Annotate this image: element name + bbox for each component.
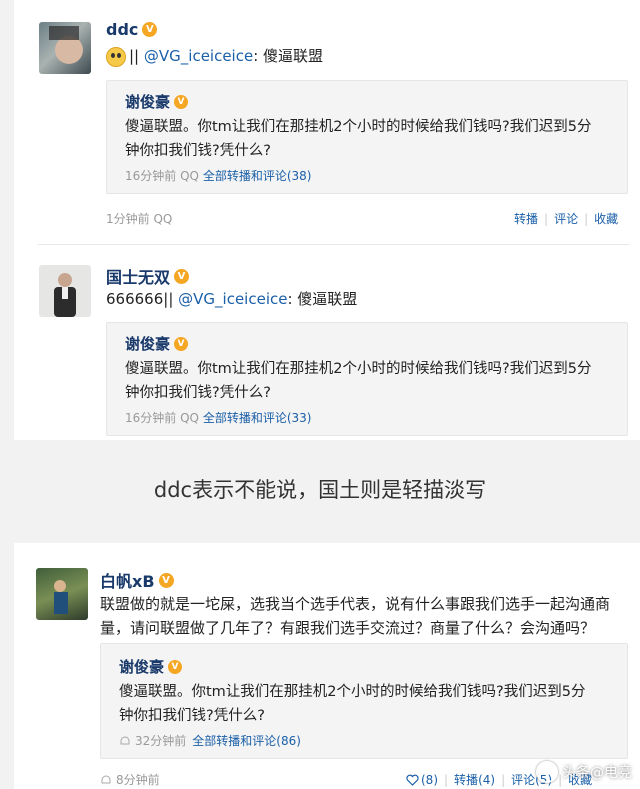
verified-badge-icon: V [174,268,190,284]
divider: | [544,211,549,226]
post-meta: 1分钟前 QQ [106,210,172,227]
avatar[interactable] [39,265,91,317]
post-username[interactable]: 白帆xB V [100,568,174,592]
verified-badge-icon: V [142,22,158,37]
post-time[interactable]: 8分钟前 [116,771,160,788]
heart-icon [406,774,419,786]
verified-badge-icon: V [174,94,189,109]
quoted-source[interactable]: QQ [180,411,199,425]
all-reposts-link[interactable]: 全部转播和评论(38) [203,169,312,183]
divider: | [444,772,449,787]
quoted-username[interactable]: 谢俊豪 V [119,656,183,677]
post-username[interactable]: ddc V [106,20,158,39]
username-text[interactable]: 国士无双 [106,264,170,288]
avatar[interactable] [39,22,91,74]
quoted-post[interactable]: 谢俊豪 V 傻逼联盟。你tm让我们在那挂机2个小时的时候给我们钱吗?我们迟到5分… [106,80,628,194]
like-count: (8) [421,772,438,787]
all-reposts-link[interactable]: 全部转播和评论(86) [192,732,301,749]
watermark-logo-icon [536,761,558,783]
comment-button[interactable]: 评论 [554,210,578,227]
quoted-meta: 16分钟前 QQ 全部转播和评论(38) [125,167,311,184]
quoted-text: 傻逼联盟。你tm让我们在那挂机2个小时的时候给我们钱吗?我们迟到5分钟你扣我们钱… [125,119,592,159]
repost-button[interactable]: 转播(4) [454,771,495,788]
username-text[interactable]: ddc [106,20,138,39]
watermark-text: 头条@电竞 [562,765,632,781]
quoted-text: 傻逼联盟。你tm让我们在那挂机2个小时的时候给我们钱吗?我们迟到5分钟你扣我们钱… [119,684,586,724]
post-text: 666666|| @VG_iceiceice: 傻逼联盟 [106,290,358,308]
divider: | [501,772,506,787]
avatar-image [49,26,83,64]
repost-button[interactable]: 转播 [514,210,538,227]
quoted-time[interactable]: 16分钟前 [125,169,176,183]
time-icon [101,775,111,783]
article-caption: ddc表示不能说，国土则是轻描淡写 [153,478,487,502]
quoted-time[interactable]: 32分钟前 [135,732,186,749]
quoted-meta: 16分钟前 QQ 全部转播和评论(33) [125,409,311,426]
avatar-image [54,273,76,317]
emoji-icon [106,46,126,67]
quoted-text: 傻逼联盟。你tm让我们在那挂机2个小时的时候给我们钱吗?我们迟到5分钟你扣我们钱… [125,361,592,401]
quoted-username[interactable]: 谢俊豪 V [125,91,189,112]
quoted-time[interactable]: 16分钟前 [125,411,176,425]
favorite-button[interactable]: 收藏 [594,210,618,227]
post-text: 联盟做的就是一坨屎，选我当个选手代表，说有什么事跟我们选手一起沟通商量，请问联盟… [100,595,611,637]
quoted-post[interactable]: 谢俊豪 V 傻逼联盟。你tm让我们在那挂机2个小时的时候给我们钱吗?我们迟到5分… [106,322,628,436]
verified-badge-icon: V [158,572,174,588]
post-time[interactable]: 1分钟前 [106,212,150,226]
quoted-meta: 32分钟前 全部转播和评论(86) [119,732,301,749]
post-meta: 8分钟前 [100,771,160,788]
mention-link[interactable]: @VG_iceiceice [178,290,287,308]
weibo-post-panel: ddc V || @VG_iceiceice: 傻逼联盟 谢俊豪 V 傻逼联盟。… [14,0,640,440]
avatar-image [54,580,68,614]
weibo-post-panel: 白帆xB V 联盟做的就是一坨屎，选我当个选手代表，说有什么事跟我们选手一起沟通… [14,543,640,789]
quoted-username[interactable]: 谢俊豪 V [125,333,189,354]
post-divider [38,244,630,245]
quoted-post[interactable]: 谢俊豪 V 傻逼联盟。你tm让我们在那挂机2个小时的时候给我们钱吗?我们迟到5分… [100,643,628,759]
mention-link[interactable]: @VG_iceiceice [144,47,253,65]
post-actions: 转播 | 评论 | 收藏 [514,210,618,227]
time-icon [120,736,130,744]
divider: | [584,211,589,226]
watermark: 头条@电竞 [536,761,632,783]
username-text[interactable]: 白帆xB [100,568,155,592]
avatar[interactable] [36,568,88,620]
like-button[interactable]: (8) [406,773,438,787]
all-reposts-link[interactable]: 全部转播和评论(33) [203,411,312,425]
verified-badge-icon: V [168,659,183,674]
post-source[interactable]: QQ [153,212,172,226]
post-username[interactable]: 国士无双 V [106,264,190,288]
verified-badge-icon: V [174,336,189,351]
post-text: || @VG_iceiceice: 傻逼联盟 [106,44,323,68]
quoted-source[interactable]: QQ [180,169,199,183]
